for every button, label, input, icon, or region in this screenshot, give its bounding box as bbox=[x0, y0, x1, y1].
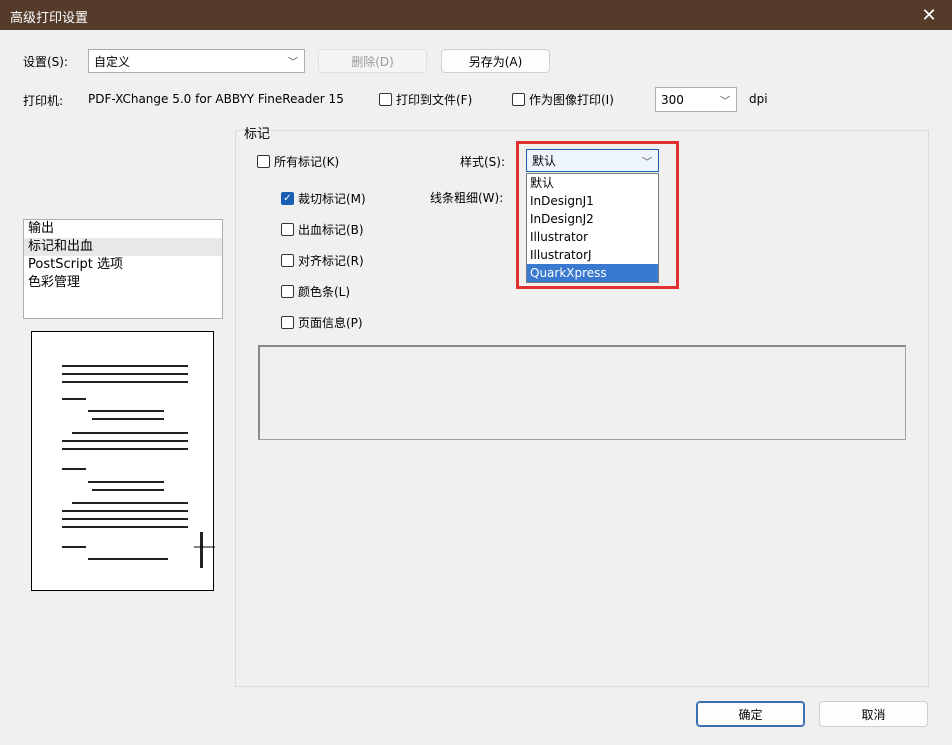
registration-marks-checkbox[interactable]: 对齐标记(R) bbox=[281, 252, 364, 269]
checkbox-icon bbox=[281, 316, 294, 329]
settings-combo[interactable]: 自定义 ﹀ bbox=[88, 49, 305, 73]
line-weight-label: 线条粗细(W): bbox=[430, 191, 504, 205]
window-title: 高级打印设置 bbox=[10, 11, 89, 26]
ok-button[interactable]: 确定 bbox=[696, 701, 805, 727]
checkmark-icon: ✓ bbox=[281, 192, 294, 205]
marks-info-area bbox=[258, 345, 906, 440]
cancel-button[interactable]: 取消 bbox=[819, 701, 928, 727]
dpi-combo[interactable]: 300 ﹀ bbox=[655, 87, 737, 112]
save-as-button[interactable]: 另存为(A) bbox=[441, 49, 550, 73]
list-item-postscript[interactable]: PostScript 选项 bbox=[24, 256, 222, 274]
chevron-down-icon: ﹀ bbox=[720, 96, 730, 107]
checkbox-icon bbox=[257, 155, 270, 168]
title-bar: 高级打印设置 ✕ bbox=[0, 0, 952, 30]
checkbox-icon bbox=[281, 223, 294, 236]
page-preview-graphic bbox=[62, 365, 215, 568]
printer-label: 打印机: bbox=[23, 94, 64, 108]
checkbox-icon bbox=[512, 93, 525, 106]
dpi-unit: dpi bbox=[749, 92, 768, 106]
checkbox-icon bbox=[281, 285, 294, 298]
all-marks-checkbox[interactable]: 所有标记(K) bbox=[257, 153, 339, 170]
color-bars-checkbox[interactable]: 颜色条(L) bbox=[281, 283, 350, 300]
page-info-checkbox[interactable]: 页面信息(P) bbox=[281, 314, 363, 331]
page-preview bbox=[31, 331, 215, 591]
checkbox-icon bbox=[379, 93, 392, 106]
list-item-marks-bleed[interactable]: 标记和出血 bbox=[24, 238, 222, 256]
list-item-output[interactable]: 输出 bbox=[24, 220, 222, 238]
chevron-down-icon: ﹀ bbox=[288, 57, 298, 69]
close-icon[interactable]: ✕ bbox=[906, 0, 952, 30]
settings-label: 设置(S): bbox=[23, 55, 69, 69]
delete-button[interactable]: 删除(D) bbox=[318, 49, 427, 73]
print-as-image-checkbox[interactable]: 作为图像打印(I) bbox=[512, 91, 614, 108]
dpi-value: 300 bbox=[661, 92, 684, 107]
bleed-marks-checkbox[interactable]: 出血标记(B) bbox=[281, 221, 364, 238]
printer-name: PDF-XChange 5.0 for ABBYY FineReader 15 bbox=[88, 92, 344, 106]
crop-marks-checkbox[interactable]: ✓ 裁切标记(M) bbox=[281, 190, 366, 207]
print-to-file-checkbox[interactable]: 打印到文件(F) bbox=[379, 91, 472, 108]
list-item-color-management[interactable]: 色彩管理 bbox=[24, 274, 222, 292]
style-label: 样式(S): bbox=[460, 155, 506, 169]
annotation-highlight-box bbox=[516, 141, 679, 289]
marks-group-title: 标记 bbox=[243, 123, 272, 142]
checkbox-icon bbox=[281, 254, 294, 267]
category-list[interactable]: 输出 标记和出血 PostScript 选项 色彩管理 bbox=[23, 219, 223, 319]
settings-value: 自定义 bbox=[94, 54, 131, 69]
